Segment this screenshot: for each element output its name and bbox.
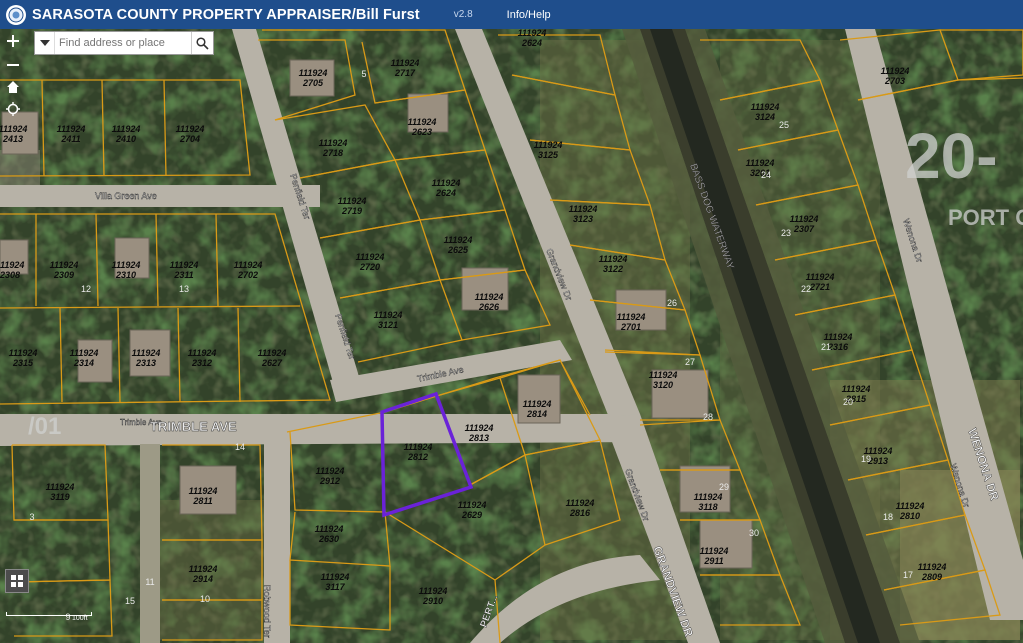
lot-number-label: 25 bbox=[779, 120, 789, 130]
zoom-in-icon[interactable] bbox=[4, 32, 22, 50]
lot-number-label: 18 bbox=[883, 512, 893, 522]
lot-number-label: 17 bbox=[903, 570, 913, 580]
lot-number-label: 13 bbox=[179, 284, 189, 294]
search-box[interactable] bbox=[34, 31, 214, 55]
road-label: Robwood Ter bbox=[262, 585, 272, 638]
lot-number-label: 24 bbox=[761, 170, 771, 180]
scale-bar: 100ft bbox=[4, 611, 94, 625]
road-label: TRIMBLE AVE bbox=[150, 419, 237, 434]
lot-number-label: 22 bbox=[801, 284, 811, 294]
lot-number-label: 23 bbox=[781, 228, 791, 238]
search-icon[interactable] bbox=[191, 32, 213, 54]
lot-number-label: 29 bbox=[719, 482, 729, 492]
lot-number-label: 28 bbox=[703, 412, 713, 422]
lot-number-label: 15 bbox=[125, 596, 135, 606]
lot-number-label: 12 bbox=[81, 284, 91, 294]
zoom-out-icon[interactable] bbox=[4, 56, 22, 74]
chevron-down-icon[interactable] bbox=[35, 32, 56, 54]
version-label: v2.8 bbox=[453, 9, 473, 20]
map-view[interactable]: 20- PORT C /01 Villa Green Ave Penfield … bbox=[0, 29, 1023, 643]
search-input[interactable] bbox=[55, 36, 192, 50]
lot-number-label: 20 bbox=[843, 397, 853, 407]
lot-number-label: 5 bbox=[361, 69, 366, 79]
block-label: /01 bbox=[28, 413, 61, 440]
info-help-link[interactable]: Info/Help bbox=[507, 9, 551, 21]
county-seal-icon bbox=[6, 4, 26, 25]
lot-number-label: 30 bbox=[749, 528, 759, 538]
lot-number-label: 10 bbox=[200, 594, 210, 604]
home-icon[interactable] bbox=[4, 78, 22, 96]
section-label: 20- bbox=[905, 120, 998, 192]
layers-icon[interactable] bbox=[5, 569, 29, 593]
scale-label: 100ft bbox=[72, 615, 88, 622]
locate-icon[interactable] bbox=[4, 100, 22, 118]
app-title: SARASOTA COUNTY PROPERTY APPRAISER/Bill … bbox=[32, 6, 420, 23]
lot-number-label: 14 bbox=[235, 442, 245, 452]
top-bar: SARASOTA COUNTY PROPERTY APPRAISER/Bill … bbox=[0, 0, 1023, 29]
lot-number-label: 26 bbox=[667, 298, 677, 308]
lot-number-label: 3 bbox=[29, 512, 34, 522]
lot-number-label: 21 bbox=[821, 342, 831, 352]
port-label: PORT C bbox=[948, 205, 1023, 230]
lot-number-label: 19 bbox=[861, 454, 871, 464]
lot-number-label: 27 bbox=[685, 357, 695, 367]
road-label: Villa Green Ave bbox=[95, 191, 157, 201]
lot-number-label: 11 bbox=[145, 577, 154, 587]
